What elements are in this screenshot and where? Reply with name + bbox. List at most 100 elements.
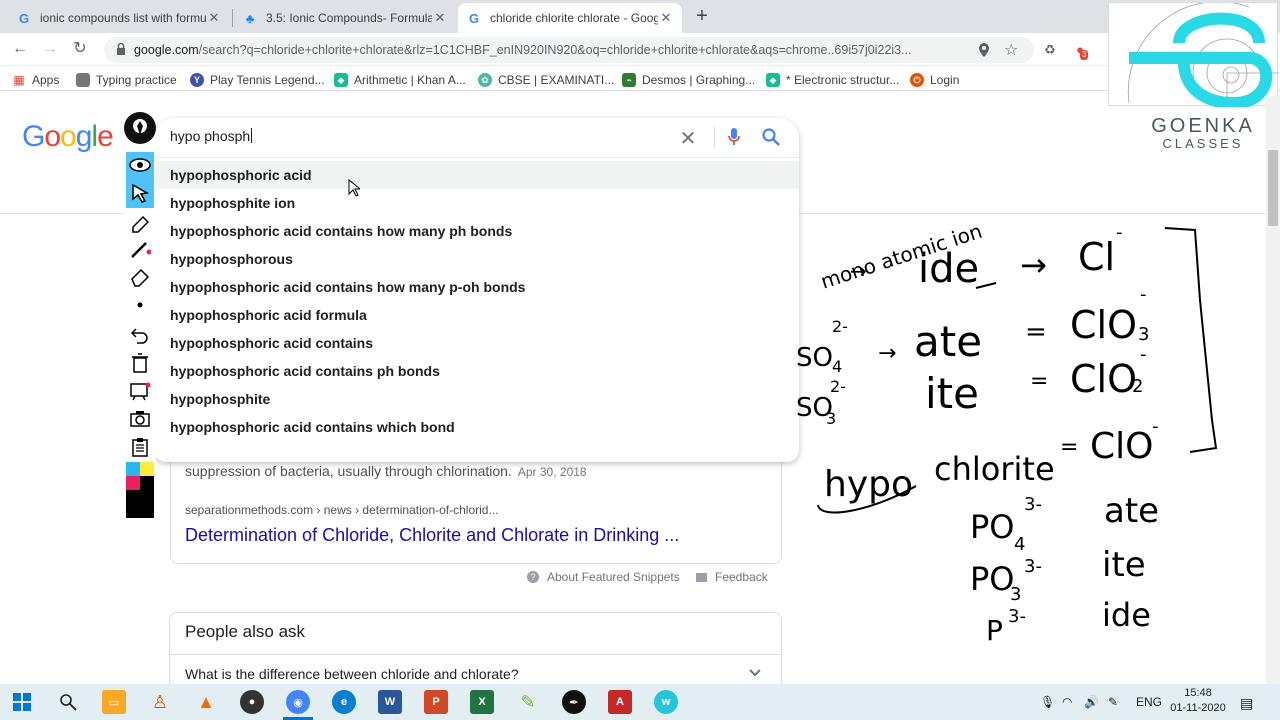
- bookmark-cbse[interactable]: ✿ CBSE | EXAMINATI...: [478, 71, 614, 89]
- bookmark-login[interactable]: ⏻ Login: [910, 71, 959, 89]
- microphone-tray-icon[interactable]: 🎙: [1040, 695, 1055, 709]
- note-so4: SO: [796, 343, 833, 373]
- scrollbar-thumb[interactable]: [1268, 150, 1278, 226]
- snippet-breadcrumb[interactable]: separationmethods.com › news › determina…: [185, 503, 498, 517]
- suggestion-item[interactable]: hypophosphoric acid contains: [154, 329, 799, 357]
- brand-logo-mark: [1127, 1, 1279, 110]
- wifi-icon[interactable]: ◠: [1062, 695, 1072, 709]
- chrome-icon[interactable]: ◉: [286, 690, 310, 714]
- suggestion-item[interactable]: hypophosphoric acid contains which bond: [154, 413, 799, 441]
- dot-icon[interactable]: [126, 292, 154, 318]
- cbse-icon: ✿: [478, 73, 492, 87]
- volume-icon[interactable]: 🔊: [1084, 695, 1099, 709]
- person-app-icon[interactable]: ♙: [148, 690, 172, 714]
- help-icon: ?: [527, 571, 539, 583]
- highlighter-icon[interactable]: [126, 210, 154, 236]
- note-cl-charge: -: [1116, 222, 1123, 243]
- google-logo[interactable]: Google: [22, 120, 114, 154]
- tab-close-icon[interactable]: ✕: [206, 10, 222, 26]
- pen-app-icon[interactable]: ✒: [562, 690, 586, 714]
- back-button[interactable]: ←: [10, 39, 30, 59]
- language-indicator[interactable]: ENG: [1136, 695, 1162, 709]
- note-so3-charge: 2-: [830, 377, 846, 396]
- clear-search-icon[interactable]: ✕: [678, 126, 698, 151]
- bookmark-apps[interactable]: ▦ Apps: [12, 71, 59, 89]
- extension-icon[interactable]: ● 3: [1072, 42, 1089, 60]
- tab-divider: [232, 9, 233, 27]
- pen-tray-icon[interactable]: ✎: [1108, 695, 1118, 709]
- suggestion-item[interactable]: hypophosphorous: [154, 245, 799, 273]
- bookmarks-bar: ▦ Apps Typing practice Y Play Tennis Legen…: [0, 67, 1280, 91]
- apps-grid-icon: ▦: [13, 73, 25, 87]
- powerpoint-icon[interactable]: P: [424, 690, 448, 714]
- address-bar[interactable]: google.com/search?q=chloride+chlorite+ch…: [104, 37, 1034, 63]
- tab-2[interactable]: ♣ 3.5: Ionic Compounds- Formulas ✕: [234, 3, 456, 33]
- suggestion-item[interactable]: hypophosphite ion: [154, 189, 799, 217]
- eraser-icon[interactable]: [126, 264, 154, 290]
- whiteboard-icon[interactable]: [126, 378, 154, 404]
- notification-icon[interactable]: ▤: [1240, 695, 1253, 712]
- windows-start-icon[interactable]: [10, 690, 34, 714]
- note-so3-sub: 3: [826, 409, 836, 428]
- bookmark-khan-academy[interactable]: ◆ Arithmetic | Khan A...: [334, 71, 466, 89]
- bookmark-play-tennis[interactable]: Y Play Tennis Legend...: [190, 71, 325, 89]
- bookmark-desmos[interactable]: ⌁ Desmos | Graphing...: [622, 71, 755, 89]
- note-clo2-sub: 2: [1132, 376, 1143, 397]
- search-icon[interactable]: [762, 128, 780, 146]
- mouse-pointer-icon: [348, 179, 360, 197]
- url-text: google.com/search?q=chloride+chlorite+ch…: [134, 43, 912, 57]
- note-ide: ide: [918, 246, 979, 292]
- file-explorer-icon[interactable]: ▭: [102, 690, 126, 714]
- pen-logo-icon[interactable]: [124, 112, 156, 144]
- search-divider: [714, 126, 715, 148]
- note-clo3-charge: -: [1140, 284, 1147, 305]
- pen-icon[interactable]: [126, 236, 154, 262]
- edge-icon[interactable]: e: [332, 690, 356, 714]
- search-input[interactable]: hypo phosph: [170, 128, 252, 144]
- bookmark-electronic-structure[interactable]: ◆ * Electronic structur...: [766, 71, 899, 89]
- paint-icon[interactable]: ✎: [516, 690, 540, 714]
- reload-button[interactable]: ↻: [70, 39, 90, 59]
- location-icon[interactable]: [978, 43, 990, 57]
- undo-icon[interactable]: [126, 322, 154, 348]
- suggestion-item[interactable]: hypophosphoric acid: [154, 161, 799, 189]
- bookmark-star-icon[interactable]: ☆: [1004, 40, 1018, 60]
- suggestion-item[interactable]: hypophosphoric acid formula: [154, 301, 799, 329]
- taskbar-search-icon[interactable]: [56, 690, 80, 714]
- suggestion-item[interactable]: hypophosphoric acid contains how many ph…: [154, 217, 799, 245]
- snippet-result-link[interactable]: Determination of Chloride, Chlorite and …: [185, 525, 679, 546]
- tab-1[interactable]: G ionic compounds list with formul ✕: [8, 3, 230, 33]
- chevron-down-icon[interactable]: [748, 666, 762, 680]
- tab-close-icon[interactable]: ✕: [658, 10, 674, 26]
- eye-icon[interactable]: [126, 152, 154, 178]
- new-tab-button[interactable]: +: [692, 6, 712, 26]
- tab-title: ionic compounds list with formul: [40, 11, 206, 25]
- whiteboard-app-icon[interactable]: w: [654, 690, 678, 714]
- excel-icon[interactable]: X: [470, 690, 494, 714]
- note-clo2-charge: -: [1140, 344, 1147, 365]
- tab-3-active[interactable]: G chloride chlorite chlorate - Goog ✕: [458, 3, 682, 33]
- camera-icon[interactable]: [126, 406, 154, 432]
- tab-close-icon[interactable]: ✕: [432, 10, 448, 26]
- suggestion-item[interactable]: hypophosphite: [154, 385, 799, 413]
- suggestion-item[interactable]: hypophosphoric acid contains ph bonds: [154, 357, 799, 385]
- feedback-link[interactable]: Feedback: [696, 570, 768, 584]
- clipboard-icon[interactable]: [126, 434, 154, 460]
- recycle-extension-icon[interactable]: ♻: [1042, 42, 1058, 58]
- color-palette[interactable]: [126, 462, 154, 518]
- suggestion-item[interactable]: hypophosphoric acid contains how many p-…: [154, 273, 799, 301]
- arrow-pointer-icon[interactable]: [126, 180, 154, 206]
- trash-icon[interactable]: [126, 350, 154, 376]
- forward-button[interactable]: →: [40, 39, 60, 59]
- desmos-icon: ⌁: [622, 73, 636, 87]
- bookmark-typing-practice[interactable]: Typing practice: [76, 71, 177, 89]
- obs-icon[interactable]: ●: [240, 690, 264, 714]
- system-clock[interactable]: 15:48 01-11-2020: [1168, 686, 1228, 716]
- acrobat-icon[interactable]: A: [608, 690, 632, 714]
- microphone-icon[interactable]: [728, 128, 740, 146]
- vlc-icon[interactable]: ▲: [194, 690, 218, 714]
- note-p-charge: 3-: [1008, 606, 1026, 627]
- paa-question[interactable]: What is the difference between chloride …: [185, 666, 519, 682]
- about-featured-snippets[interactable]: ? About Featured Snippets: [527, 570, 680, 584]
- word-icon[interactable]: W: [378, 690, 402, 714]
